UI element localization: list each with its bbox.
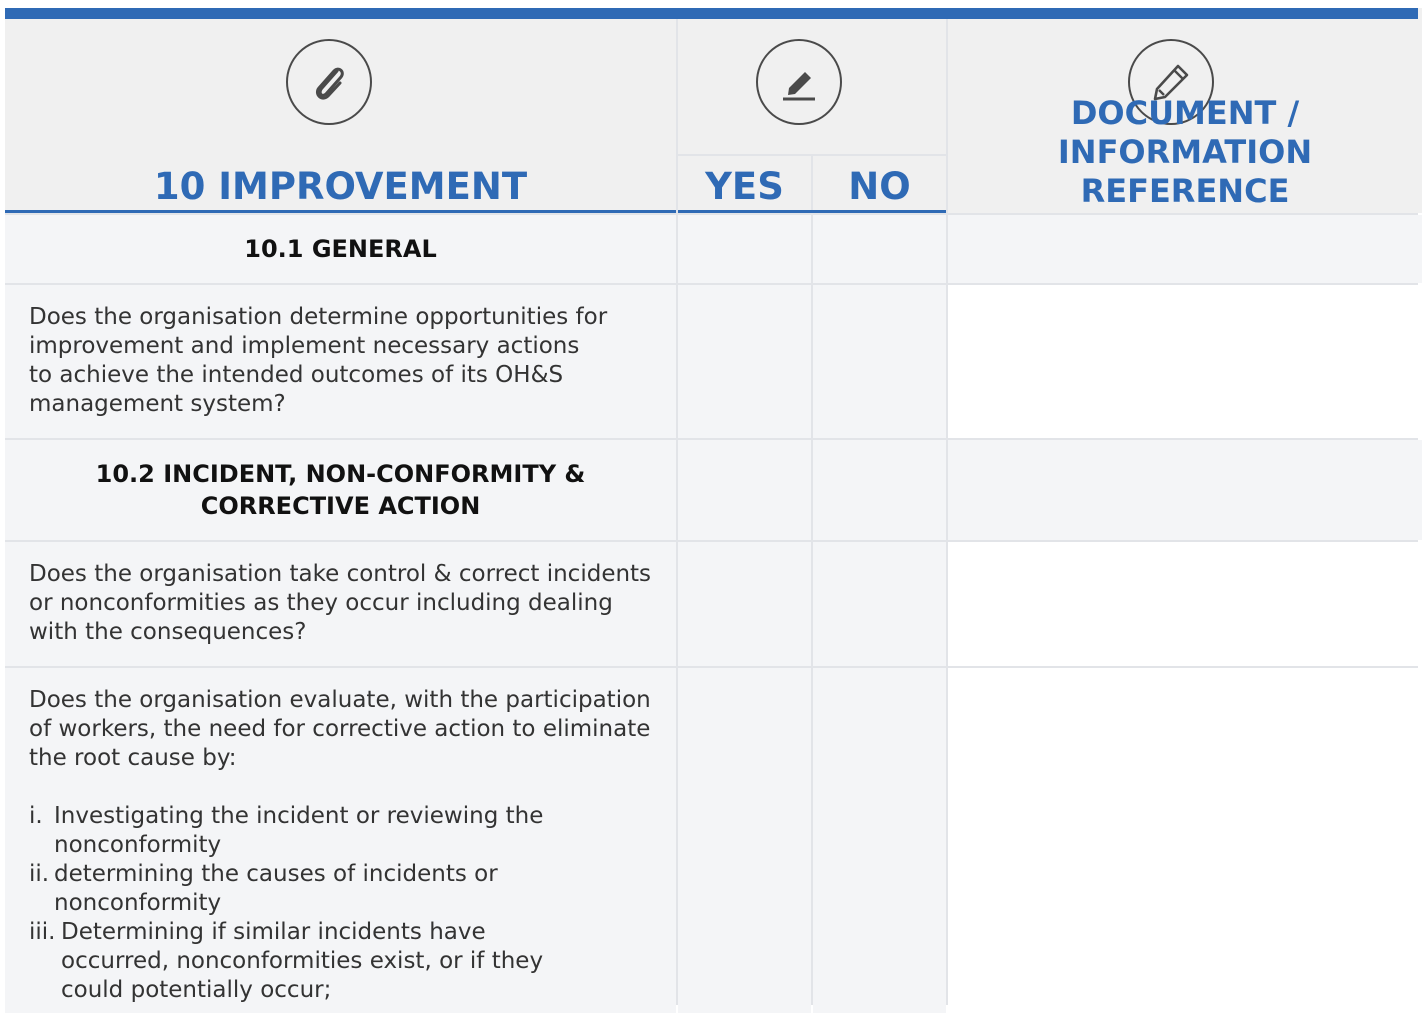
question-text: Does the organisation evaluate, with the… (29, 687, 651, 771)
list-item-text: Determining if similar incidents have oc… (61, 919, 544, 1003)
list-item-text: determining the causes of incidents or n… (54, 861, 498, 916)
yes-cell-row-2[interactable] (678, 285, 811, 438)
no-cell-row-2[interactable] (813, 285, 946, 438)
checklist-table: 10 IMPROVEMENT YES NO DOCUMENT / INFORMA… (5, 8, 1422, 1013)
question-text: Does the organisation take control & cor… (29, 561, 652, 645)
list-item-number: i. (29, 803, 43, 829)
no-cell-row-4[interactable] (813, 542, 946, 666)
reference-cell-row-4[interactable] (948, 542, 1422, 666)
no-cell-row-5[interactable] (813, 668, 946, 1013)
document-reference-header: DOCUMENT / INFORMATION REFERENCE (948, 94, 1422, 211)
edit-icon (756, 39, 842, 125)
list-item: ii. determining the causes of incidents … (29, 860, 589, 918)
reference-cell-row-1[interactable] (948, 215, 1422, 283)
question-text-row-5: Does the organisation evaluate, with the… (5, 668, 676, 1013)
yes-cell-row-4[interactable] (678, 542, 811, 666)
yes-cell-row-5[interactable] (678, 668, 811, 1013)
reference-cell-row-5[interactable] (948, 668, 1422, 1013)
section-heading-line1: 10.2 INCIDENT, NON-CONFORMITY & (95, 460, 586, 488)
section-heading-general: 10.1 GENERAL (5, 215, 676, 283)
section-title: 10 IMPROVEMENT (153, 165, 528, 208)
list-item-text: Investigating the incident or reviewing … (54, 803, 544, 858)
section-heading-line2: CORRECTIVE ACTION (200, 492, 481, 520)
list-item: i. Investigating the incident or reviewi… (29, 802, 589, 860)
question-text-row-4: Does the organisation take control & cor… (5, 542, 676, 666)
document-reference-line2: REFERENCE (1080, 172, 1290, 210)
yes-cell-row-3[interactable] (678, 440, 811, 540)
question-text-row-2: Does the organisation determine opportun… (5, 285, 676, 438)
no-column-header: NO (848, 165, 911, 208)
reference-cell-row-2[interactable] (948, 285, 1422, 438)
list-item-number: ii. (29, 861, 50, 887)
no-cell-row-1[interactable] (813, 215, 946, 283)
question-items-list: i. Investigating the incident or reviewi… (29, 802, 589, 1005)
list-item-number: iii. (29, 919, 56, 945)
header-improvement-cell: 10 IMPROVEMENT (5, 8, 676, 213)
section-heading-incident: 10.2 INCIDENT, NON-CONFORMITY & CORRECTI… (5, 440, 676, 540)
yes-column-header: YES (705, 165, 784, 208)
no-cell-row-3[interactable] (813, 440, 946, 540)
header-yes-cell: YES NO (678, 8, 946, 213)
paperclip-icon (286, 39, 372, 125)
question-text: Does the organisation determine opportun… (29, 304, 608, 417)
header-document-cell: DOCUMENT / INFORMATION REFERENCE (948, 8, 1422, 213)
reference-cell-row-3[interactable] (948, 440, 1422, 540)
yes-cell-row-1[interactable] (678, 215, 811, 283)
document-reference-line1: DOCUMENT / INFORMATION (1057, 94, 1313, 171)
header-accent-bar (5, 8, 1418, 19)
list-item: iii. Determining if similar incidents ha… (29, 918, 589, 1005)
